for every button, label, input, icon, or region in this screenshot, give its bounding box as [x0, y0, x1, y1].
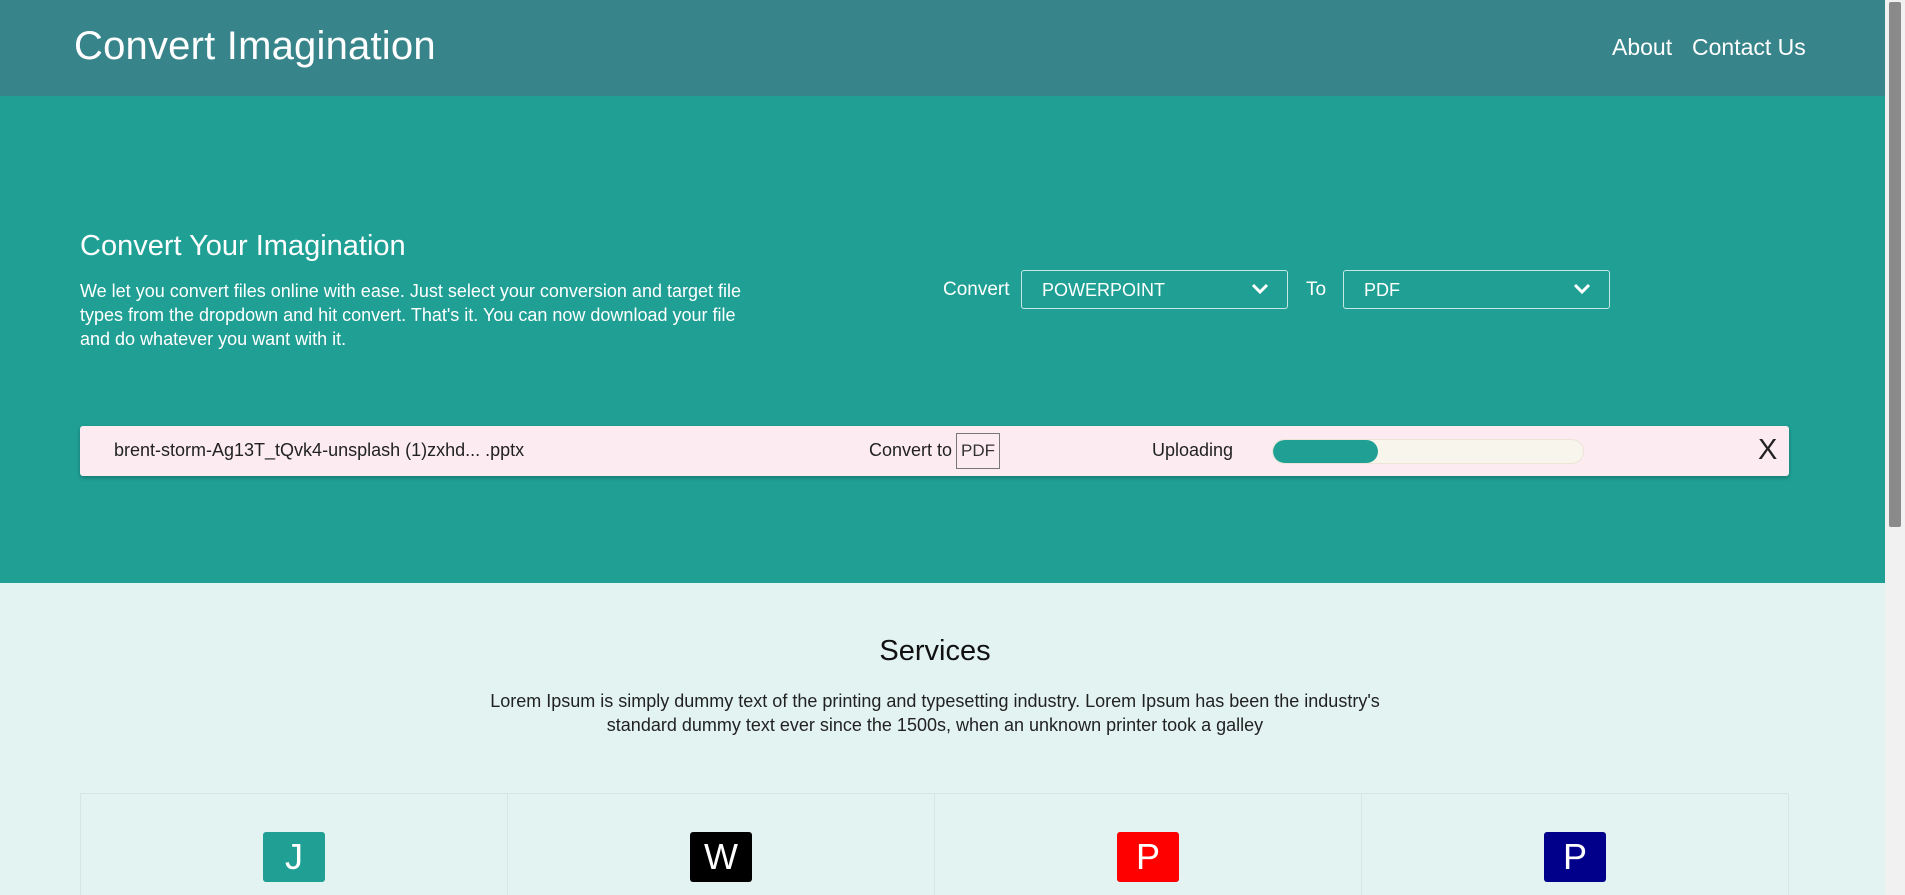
nav-link-contact-us[interactable]: Contact Us — [1692, 34, 1806, 61]
services-title: Services — [879, 635, 991, 667]
scrollbar-thumb[interactable] — [1889, 2, 1901, 527]
brand-logo[interactable]: Convert Imagination — [74, 24, 436, 69]
upload-progress-bar — [1272, 439, 1584, 464]
chevron-down-icon — [1573, 283, 1591, 295]
upload-status: Uploading — [1152, 440, 1234, 460]
services-cards: J W P P — [80, 793, 1789, 895]
file-target-format-select[interactable]: PDF — [956, 433, 1000, 469]
w-letter-icon: W — [690, 832, 752, 882]
service-card-j[interactable]: J — [81, 794, 508, 895]
convert-from-value: POWERPOINT — [1042, 280, 1166, 300]
hero-description: We let you convert files online with eas… — [80, 281, 742, 349]
nav-link-about[interactable]: About — [1612, 34, 1672, 61]
service-card-w[interactable]: W — [508, 794, 935, 895]
convert-to-select[interactable]: PDF — [1343, 270, 1610, 309]
p-letter-icon: P — [1117, 832, 1179, 882]
service-card-p-blue[interactable]: P — [1362, 794, 1788, 895]
service-card-p-red[interactable]: P — [935, 794, 1362, 895]
file-upload-row: brent-storm-Ag13T_tQvk4-unsplash (1)zxhd… — [80, 426, 1789, 476]
convert-from-select[interactable]: POWERPOINT — [1021, 270, 1288, 309]
services-description: Lorem Ipsum is simply dummy text of the … — [490, 691, 1380, 735]
remove-file-button[interactable]: X — [1758, 434, 1777, 467]
file-convert-to-label: Convert to — [869, 440, 953, 460]
page-scrollbar[interactable] — [1885, 0, 1905, 895]
navbar: Convert Imagination About Contact Us — [0, 0, 1885, 96]
hero-section: Convert Your Imagination We let you conv… — [0, 96, 1885, 583]
hero-title: Convert Your Imagination — [80, 230, 406, 262]
file-name: brent-storm-Ag13T_tQvk4-unsplash (1)zxhd… — [114, 440, 525, 460]
to-label: To — [1306, 279, 1327, 300]
convert-label: Convert — [943, 279, 1010, 300]
convert-to-value: PDF — [1364, 280, 1400, 300]
upload-progress-fill — [1273, 440, 1379, 463]
j-letter-icon: J — [263, 832, 325, 882]
p-letter-icon: P — [1544, 832, 1606, 882]
chevron-down-icon — [1251, 283, 1269, 295]
